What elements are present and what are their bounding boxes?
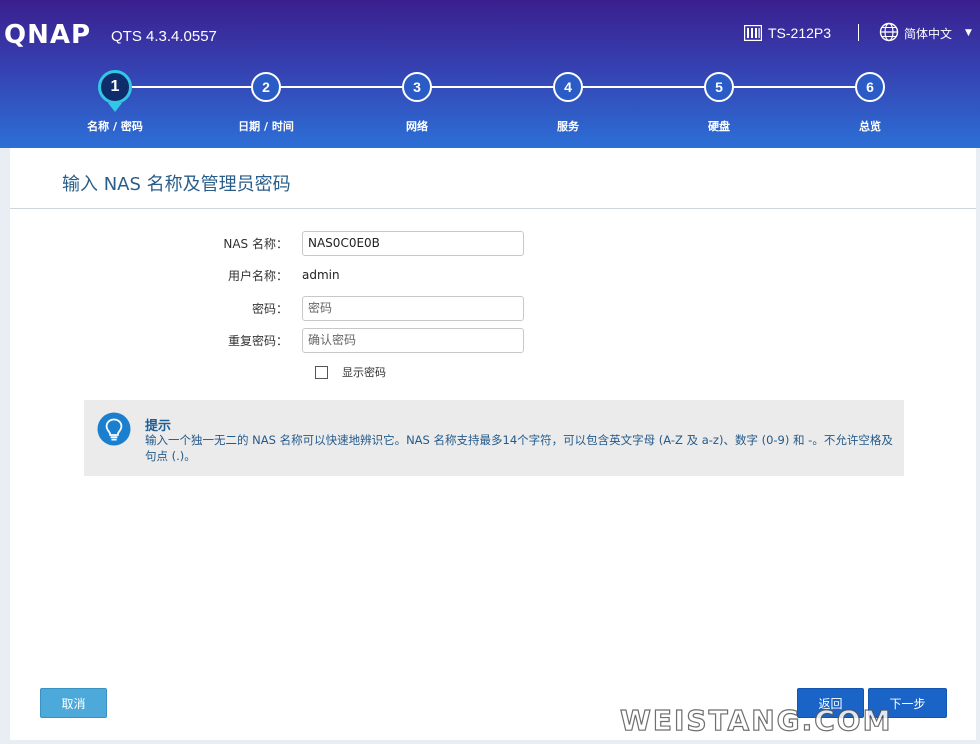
cancel-button[interactable]: 取消 (40, 688, 107, 718)
step-4-services: 4 服务 (513, 72, 623, 134)
step-number: 5 (704, 72, 734, 102)
username-row: 用户名称： admin (10, 262, 340, 288)
qnap-logo: QNAP (4, 20, 92, 50)
step-label: 日期 / 时间 (238, 120, 294, 133)
step-3-network: 3 网络 (362, 72, 472, 134)
password-row: 密码： (10, 295, 524, 321)
confirm-password-row: 重复密码： (10, 327, 524, 353)
step-number: 6 (855, 72, 885, 102)
confirm-password-label: 重复密码： (227, 333, 288, 348)
page-title: 输入 NAS 名称及管理员密码 (62, 174, 291, 195)
show-password-toggle[interactable]: 显示密码 (315, 364, 386, 380)
qts-version: QTS 4.3.4.0557 (111, 28, 217, 45)
wizard-panel: 输入 NAS 名称及管理员密码 NAS 名称： 用户名称： admin 密码： … (10, 148, 976, 740)
show-password-label: 显示密码 (342, 366, 386, 379)
step-5-disks: 5 硬盘 (664, 72, 774, 134)
watermark: WEISTANG.COM (619, 703, 893, 737)
step-label: 名称 / 密码 (87, 120, 143, 133)
tip-text: 输入一个独一无二的 NAS 名称可以快速地辨识它。NAS 名称支持最多14个字符… (145, 433, 893, 463)
language-label: 简体中文 (904, 26, 953, 41)
header-divider (858, 24, 859, 41)
model-name: TS-212P3 (768, 25, 832, 41)
step-number: 4 (553, 72, 583, 102)
tip-box: 提示 输入一个独一无二的 NAS 名称可以快速地辨识它。NAS 名称支持最多14… (84, 400, 904, 476)
step-label: 硬盘 (708, 120, 730, 133)
show-password-checkbox[interactable] (315, 365, 328, 379)
nas-name-input[interactable] (302, 230, 524, 256)
username-label: 用户名称： (227, 268, 288, 283)
step-6-summary: 6 总览 (815, 72, 925, 134)
title-divider (10, 208, 976, 209)
confirm-password-input[interactable] (302, 327, 524, 353)
model-indicator: TS-212P3 (743, 22, 832, 44)
step-number: 2 (251, 72, 281, 102)
step-label: 网络 (406, 120, 428, 133)
step-2-date-time: 2 日期 / 时间 (211, 72, 321, 134)
globe-icon (879, 22, 899, 45)
chevron-down-icon: ▼ (965, 28, 972, 38)
step-number: 1 (98, 70, 132, 112)
step-label: 服务 (557, 120, 579, 133)
nas-name-row: NAS 名称： (10, 230, 524, 256)
username-value: admin (302, 268, 340, 282)
nas-name-label: NAS 名称： (223, 236, 288, 251)
language-selector[interactable]: 简体中文 ▼ (879, 22, 972, 44)
step-label: 总览 (859, 120, 881, 133)
header-bar: QNAP QTS 4.3.4.0557 TS-212P3 简体中文 ▼ 1 名称… (0, 0, 980, 148)
nas-device-icon (743, 24, 763, 42)
lightbulb-icon (97, 412, 131, 446)
step-number: 3 (402, 72, 432, 102)
step-1-name-password: 1 名称 / 密码 (60, 70, 170, 134)
password-label: 密码： (251, 301, 288, 316)
password-input[interactable] (302, 295, 524, 321)
